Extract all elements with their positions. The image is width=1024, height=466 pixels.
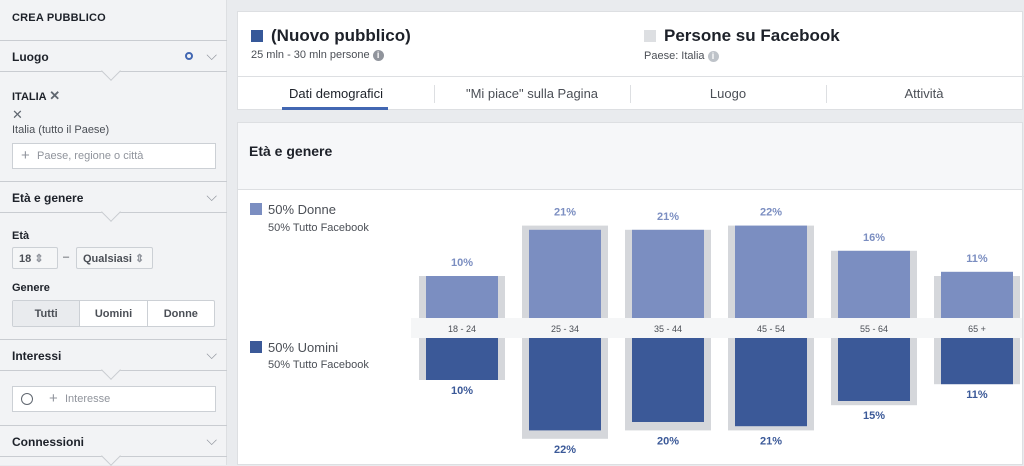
add-icon: + <box>49 390 58 407</box>
men-bar <box>426 338 498 380</box>
category-band <box>411 318 1022 338</box>
women-value-label: 22% <box>760 207 782 219</box>
audience-title: (Nuovo pubblico) <box>271 26 411 45</box>
connections-label: Connessioni <box>12 435 85 449</box>
age-gender-label: Età e genere <box>12 191 84 205</box>
women-bar <box>941 271 1013 318</box>
section-notch <box>101 360 121 380</box>
section-notch <box>101 446 121 466</box>
women-value-label: 10% <box>451 257 473 269</box>
create-audience-sidebar: CREA PUBBLICO Luogo ⌵ ITALIA ✕ ✕ Italia … <box>0 0 227 466</box>
women-legend-sub: 50% Tutto Facebook <box>268 222 369 234</box>
category-label: 65 + <box>968 324 986 334</box>
location-label: Luogo <box>12 50 49 64</box>
tab-activity[interactable]: Attività <box>826 77 1022 110</box>
facebook-country: Paese: Italia i <box>644 50 719 62</box>
age-separator: – <box>63 251 70 263</box>
age-max-select[interactable]: Qualsiasi ⇕ <box>76 247 153 269</box>
women-value-label: 21% <box>657 211 679 223</box>
country-tag-label: ITALIA <box>12 91 47 103</box>
men-value-label: 21% <box>760 435 782 447</box>
location-search-input[interactable]: + Paese, regione o città <box>12 143 216 169</box>
facebook-country-text: Paese: Italia <box>644 50 705 62</box>
age-max-value: Qualsiasi <box>83 253 132 265</box>
men-legend-label: 50% Uomini <box>268 340 339 355</box>
connections-section-header[interactable]: Connessioni ⌵ <box>0 425 227 466</box>
interests-placeholder: Interesse <box>65 393 111 405</box>
tab-bar: Dati demografici "Mi piace" sulla Pagina… <box>238 76 1024 110</box>
chevron-down-icon[interactable]: ⌵ <box>206 188 217 205</box>
men-legend: 50% Uomini <box>250 340 338 355</box>
women-bar <box>838 250 910 318</box>
men-value-label: 20% <box>657 435 679 447</box>
men-bar <box>735 338 807 427</box>
men-bar <box>838 338 910 401</box>
tab-demographics[interactable]: Dati demografici <box>238 77 434 110</box>
age-min-select[interactable]: 18 ⇕ <box>12 247 58 269</box>
facebook-color-swatch <box>644 30 656 42</box>
remove-location-icon[interactable]: ✕ <box>12 107 23 123</box>
tab-location[interactable]: Luogo <box>630 77 826 110</box>
section-notch <box>101 202 121 222</box>
country-detail: Italia (tutto il Paese) <box>12 124 110 136</box>
men-bar <box>941 338 1013 385</box>
women-value-label: 21% <box>554 207 576 219</box>
category-label: 35 - 44 <box>654 324 682 334</box>
women-bar <box>426 276 498 318</box>
chevron-down-icon[interactable]: ⌵ <box>206 346 217 363</box>
category-label: 25 - 34 <box>551 324 579 334</box>
gender-all-button[interactable]: Tutti <box>13 301 81 326</box>
women-bar <box>529 229 601 318</box>
audience-header: (Nuovo pubblico) 25 mln - 30 mln persone… <box>237 11 1024 110</box>
audience-size: 25 mln - 30 mln persone i <box>251 49 384 61</box>
category-label: 55 - 64 <box>860 324 888 334</box>
gender-men-button[interactable]: Uomini <box>80 301 148 326</box>
women-bar <box>735 225 807 318</box>
section-notch <box>101 61 121 81</box>
age-gender-chart: 10% 18 - 24 10% 21% 25 - 34 22% 21% 35 - 44 20% 2… <box>411 207 1022 456</box>
men-value-label: 11% <box>966 389 988 401</box>
audience-color-swatch <box>251 30 263 42</box>
women-value-label: 16% <box>863 232 885 244</box>
women-bar <box>632 229 704 318</box>
men-bar <box>632 338 704 422</box>
gender-women-button[interactable]: Donne <box>148 301 214 326</box>
men-value-label: 15% <box>863 410 885 422</box>
women-value-label: 11% <box>966 253 988 265</box>
category-label: 18 - 24 <box>448 324 476 334</box>
location-dot-icon <box>185 52 193 60</box>
men-swatch <box>250 341 262 353</box>
gender-selector: Tutti Uomini Donne <box>12 300 215 327</box>
men-legend-sub: 50% Tutto Facebook <box>268 359 369 371</box>
sidebar-title: CREA PUBBLICO <box>12 12 106 24</box>
men-value-label: 10% <box>451 385 473 397</box>
men-bar <box>529 338 601 431</box>
chevron-down-icon[interactable]: ⌵ <box>206 47 217 64</box>
women-swatch <box>250 203 262 215</box>
facebook-title: Persone su Facebook <box>664 26 840 45</box>
men-value-label: 22% <box>554 444 576 456</box>
location-placeholder: Paese, regione o città <box>37 150 144 162</box>
remove-country-icon[interactable]: ✕ <box>49 88 60 103</box>
interests-label: Interessi <box>12 349 62 363</box>
location-section-header[interactable]: Luogo ⌵ <box>0 40 227 81</box>
women-legend: 50% Donne <box>250 202 336 217</box>
search-icon <box>21 393 33 405</box>
audience-size-text: 25 mln - 30 mln persone <box>251 49 370 61</box>
info-icon[interactable]: i <box>372 50 384 61</box>
gender-label: Genere <box>12 282 50 294</box>
age-min-value: 18 <box>19 253 32 265</box>
women-legend-label: 50% Donne <box>268 202 336 217</box>
tab-page-likes[interactable]: "Mi piace" sulla Pagina <box>434 77 630 110</box>
interests-section-header[interactable]: Interessi ⌵ <box>0 339 227 380</box>
country-tag: ITALIA ✕ <box>12 88 60 104</box>
add-icon: + <box>21 147 30 164</box>
interests-search-input[interactable]: + Interesse <box>12 386 216 412</box>
category-label: 45 - 54 <box>757 324 785 334</box>
age-gender-section-header[interactable]: Età e genere ⌵ <box>0 181 227 222</box>
chevron-down-icon[interactable]: ⌵ <box>206 432 217 449</box>
info-icon[interactable]: i <box>707 51 719 62</box>
age-label: Età <box>12 230 30 242</box>
age-gender-panel: Età e genere 10% 18 - 24 10% 21% 25 - 34 22% 2… <box>237 122 1023 465</box>
